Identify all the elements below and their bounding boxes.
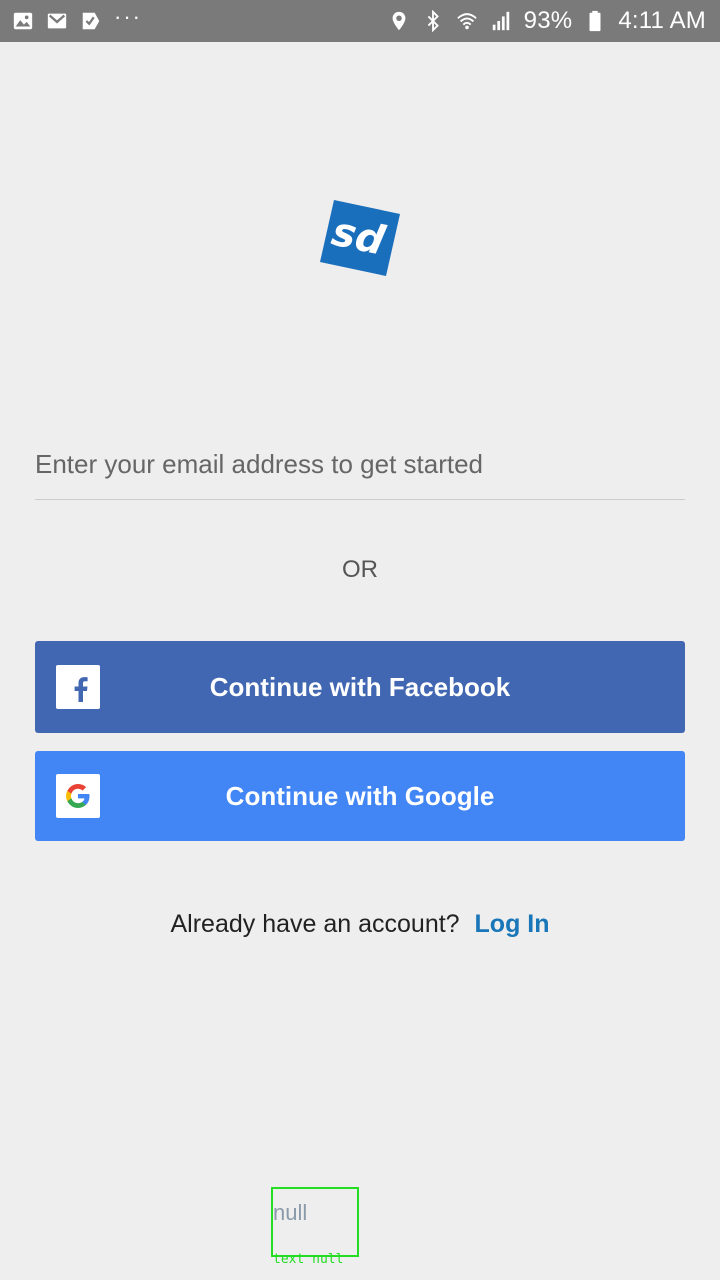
or-divider: OR bbox=[342, 556, 378, 583]
battery-percent: 93% bbox=[523, 7, 573, 34]
tasks-icon bbox=[80, 10, 102, 32]
more-dots-icon: ··· bbox=[114, 4, 142, 29]
debug-tag: text null bbox=[273, 1252, 344, 1267]
battery-icon bbox=[584, 10, 606, 32]
status-left: ··· bbox=[12, 6, 142, 32]
app-logo: sd bbox=[320, 200, 400, 276]
gmail-icon bbox=[46, 10, 68, 32]
facebook-icon bbox=[56, 665, 100, 709]
signal-icon bbox=[490, 10, 512, 32]
google-button-label: Continue with Google bbox=[225, 780, 495, 811]
wifi-icon bbox=[456, 10, 478, 32]
facebook-button-label: Continue with Facebook bbox=[209, 671, 511, 702]
status-bar: ··· 93% 4:11 AM bbox=[0, 0, 720, 42]
continue-with-google-button[interactable]: Continue with Google bbox=[35, 751, 685, 841]
clock: 4:11 AM bbox=[618, 7, 706, 34]
login-prompt: Already have an account? bbox=[170, 910, 460, 938]
status-right: 93% 4:11 AM bbox=[388, 7, 706, 35]
location-icon bbox=[388, 10, 410, 32]
email-input[interactable] bbox=[35, 430, 685, 500]
bluetooth-icon bbox=[422, 10, 444, 32]
log-in-link[interactable]: Log In bbox=[475, 910, 550, 938]
image-icon bbox=[12, 10, 34, 32]
google-icon bbox=[56, 774, 100, 818]
null-text: null bbox=[273, 1200, 308, 1225]
continue-with-facebook-button[interactable]: Continue with Facebook bbox=[35, 641, 685, 733]
login-row: Already have an account? Log In bbox=[0, 910, 720, 939]
